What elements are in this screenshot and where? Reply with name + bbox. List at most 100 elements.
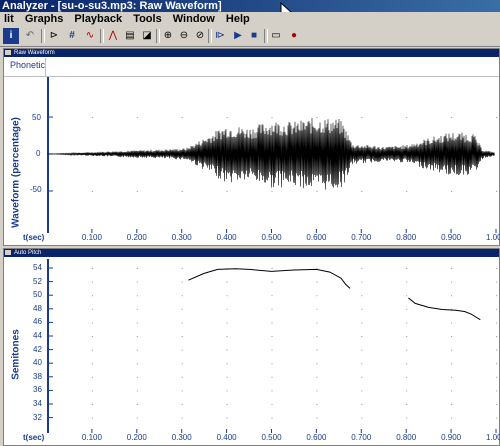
- grid-dot: [91, 417, 93, 419]
- grid-dot: [136, 376, 138, 378]
- grid-dot: [271, 417, 273, 419]
- spectrum-graph-icon[interactable]: ⋀: [105, 28, 121, 44]
- zoom-in-icon[interactable]: ⊕: [160, 28, 176, 44]
- grid-dot: [271, 363, 273, 365]
- grid-dot: [226, 336, 228, 337]
- grid-dot: [181, 404, 183, 405]
- grid-dot: [181, 390, 183, 392]
- record-icon[interactable]: ▭: [268, 28, 284, 44]
- grid-dot: [91, 390, 93, 392]
- grid-dot: [271, 281, 273, 283]
- grid-dot: [316, 191, 318, 192]
- grid-dot: [226, 308, 228, 310]
- menu-edit[interactable]: lit: [0, 12, 18, 26]
- grid-dot: [316, 417, 318, 419]
- x-tick-label: 0.800: [396, 233, 417, 242]
- grid-dot: [451, 390, 453, 392]
- play-selection-icon[interactable]: ⧐: [212, 28, 228, 44]
- menu-window[interactable]: Window: [169, 12, 219, 26]
- pitch-y-axis-title: Semitones: [10, 329, 22, 380]
- grid-dot: [406, 191, 408, 192]
- x-tick-label: 0.800: [396, 433, 417, 442]
- grid-dot: [406, 417, 408, 419]
- grid-dot: [91, 268, 93, 269]
- undo-icon[interactable]: ↶: [22, 28, 38, 44]
- waveform-plot[interactable]: [47, 77, 499, 233]
- layout-icon[interactable]: ▤: [122, 28, 138, 44]
- toolbar: i ↶ ⊳ # ∿ ⋀ ▤ ◪ ⊕ ⊖ ⊘ ⧐ ▶ ■ ▭ ●: [0, 26, 500, 47]
- menu-playback[interactable]: Playback: [70, 12, 126, 26]
- grid-dot: [226, 117, 228, 118]
- grid-dot: [451, 376, 453, 378]
- menu-bar: lit Graphs Playback Tools Window Help: [0, 12, 500, 26]
- grid-dot: [361, 404, 363, 405]
- pitch-plot[interactable]: [47, 259, 499, 433]
- grid-dot: [496, 363, 497, 365]
- grid-dot: [316, 390, 318, 392]
- grid-dot: [496, 417, 497, 419]
- zoom-fit-icon[interactable]: ⊘: [192, 28, 208, 44]
- y-tick-label: 52: [33, 276, 42, 286]
- menu-graphs[interactable]: Graphs: [21, 12, 68, 26]
- melodic-graph-icon[interactable]: ∿: [82, 28, 98, 44]
- grid-dot: [316, 322, 318, 324]
- x-tick-label: 0.700: [351, 433, 372, 442]
- grid-dot: [136, 117, 138, 118]
- grid-dot: [136, 295, 138, 297]
- pitch-pane-title: Auto Pitch: [14, 250, 42, 256]
- grid-dot: [226, 376, 228, 378]
- grid-dot: [181, 376, 183, 378]
- grid-dot: [406, 322, 408, 324]
- grid-dot: [361, 295, 363, 297]
- grid-dot: [316, 117, 318, 118]
- x-axis-label: t(sec): [23, 433, 45, 442]
- x-tick-label: 0.100: [81, 233, 102, 242]
- info-icon[interactable]: i: [3, 28, 19, 44]
- grid-dot: [181, 308, 183, 310]
- grid-dot: [496, 404, 497, 405]
- grid-dot: [271, 117, 273, 118]
- grid-dot: [91, 295, 93, 297]
- zoom-out-icon[interactable]: ⊖: [176, 28, 192, 44]
- grid-dot: [496, 336, 497, 337]
- grid-dot: [496, 117, 497, 118]
- grid-dot: [361, 308, 363, 310]
- grid-dot: [91, 191, 93, 192]
- chart-icon[interactable]: ◪: [139, 28, 155, 44]
- y-tick-label: 40: [33, 358, 42, 368]
- menu-tools[interactable]: Tools: [129, 12, 166, 26]
- grid-dot: [361, 281, 363, 283]
- grid-dot: [406, 268, 408, 269]
- grid-dot: [451, 417, 453, 419]
- grid-dot: [226, 281, 228, 283]
- grid-dot: [91, 308, 93, 310]
- grid-dot: [406, 363, 408, 365]
- grid-dot: [271, 376, 273, 378]
- grid-dot: [91, 404, 93, 405]
- x-tick-label: 0.300: [171, 433, 192, 442]
- grid-dot: [406, 336, 408, 337]
- grid-dot: [406, 117, 408, 118]
- grid-dot: [271, 308, 273, 310]
- grid-dot: [136, 404, 138, 405]
- grid-dot: [91, 363, 93, 365]
- grid-dot: [226, 390, 228, 392]
- phonetic-graph-icon[interactable]: ⊳: [46, 28, 62, 44]
- y-tick-label: 46: [33, 317, 42, 327]
- grid-dot: [91, 376, 93, 378]
- grid-dot: [496, 390, 497, 392]
- grid-dot: [181, 268, 183, 269]
- y-tick-label: 50: [33, 290, 42, 300]
- grid-dot: [406, 308, 408, 310]
- grid-dot: [181, 295, 183, 297]
- tone-graph-icon[interactable]: #: [64, 28, 80, 44]
- play-icon[interactable]: ▶: [230, 28, 246, 44]
- x-tick-label: 0.100: [81, 433, 102, 442]
- microphone-icon[interactable]: ●: [286, 28, 302, 44]
- grid-dot: [181, 363, 183, 365]
- grid-dot: [496, 281, 497, 283]
- grid-dot: [496, 191, 497, 192]
- y-tick-label: 32: [33, 412, 42, 422]
- menu-help[interactable]: Help: [222, 12, 254, 26]
- stop-icon[interactable]: ■: [246, 28, 262, 44]
